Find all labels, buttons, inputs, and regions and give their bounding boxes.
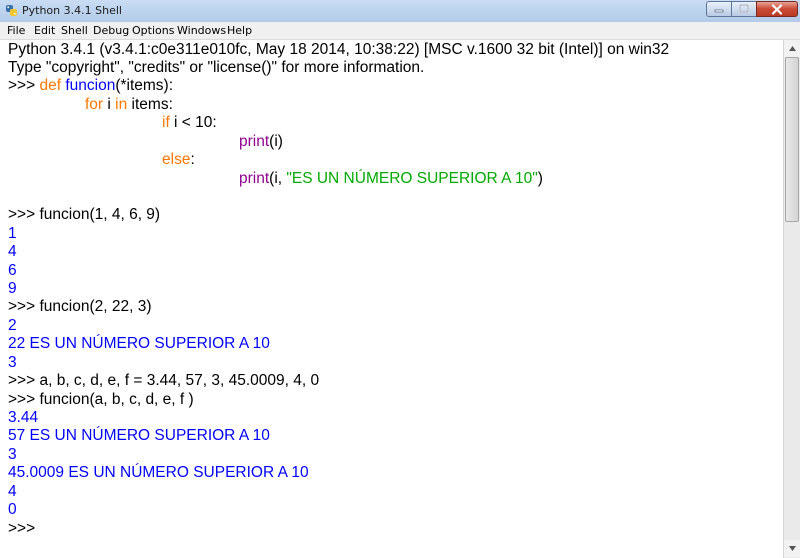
maximize-button[interactable] <box>731 1 757 17</box>
arrow-up-icon <box>788 46 796 51</box>
code-line: print(i) <box>239 133 283 151</box>
output-line: 4 <box>8 483 17 500</box>
output-line: 22 ES UN NÚMERO SUPERIOR A 10 <box>8 335 270 352</box>
code-text: ) <box>537 170 543 187</box>
code-text: funcion(2, 22, 3) <box>39 298 152 315</box>
output-line: 3.44 <box>8 409 39 426</box>
code-text: : <box>190 151 195 168</box>
output-line: 45.0009 ES UN NÚMERO SUPERIOR A 10 <box>8 464 309 481</box>
code-text: i <box>103 96 116 113</box>
menu-edit[interactable]: Edit <box>34 24 55 37</box>
shell-text-area[interactable]: Python 3.4.1 (v3.4.1:c0e311e010fc, May 1… <box>0 40 783 558</box>
arrow-down-icon <box>788 546 796 551</box>
input-prompt-line[interactable]: >>> <box>8 520 39 538</box>
keyword: def <box>39 77 62 94</box>
builtin: print <box>239 170 270 187</box>
output-line: 3 <box>8 354 17 371</box>
prompt: >>> <box>8 206 40 223</box>
prompt: >>> <box>8 372 40 389</box>
string-literal: "ES UN NÚMERO SUPERIOR A 10" <box>286 170 538 187</box>
vertical-scrollbar[interactable] <box>783 40 800 558</box>
minimize-button[interactable] <box>706 1 732 17</box>
output-line: 3 <box>8 446 17 463</box>
banner-line: Type "copyright", "credits" or "license(… <box>8 59 425 76</box>
scroll-down-button[interactable] <box>784 540 800 557</box>
code-text: i < 10: <box>169 114 217 131</box>
maximize-icon <box>739 4 749 13</box>
code-text: (i, <box>269 170 287 187</box>
output-line: 6 <box>8 262 17 279</box>
output-line: 0 <box>8 501 17 518</box>
code-text: (*items): <box>115 77 174 94</box>
function-name: funcion <box>65 77 116 94</box>
code-line: print(i, "ES UN NÚMERO SUPERIOR A 10") <box>239 170 543 188</box>
menu-debug[interactable]: Debug <box>93 24 129 37</box>
code-line: >>> a, b, c, d, e, f = 3.44, 57, 3, 45.0… <box>8 372 319 390</box>
close-icon <box>771 3 783 15</box>
prompt: >>> <box>8 391 40 408</box>
keyword: in <box>115 96 128 113</box>
scroll-up-button[interactable] <box>784 40 800 57</box>
keyword: if <box>162 114 170 131</box>
prompt: >>> <box>8 77 40 94</box>
python-icon <box>6 5 17 16</box>
title-bar[interactable]: Python 3.4.1 Shell <box>0 0 800 22</box>
code-line: if i < 10: <box>162 114 217 132</box>
code-line: >>> def funcion(*items): <box>8 77 173 95</box>
code-line: else: <box>162 151 195 169</box>
output-line: 1 <box>8 225 17 242</box>
banner-line: Python 3.4.1 (v3.4.1:c0e311e010fc, May 1… <box>8 41 670 58</box>
window-title: Python 3.4.1 Shell <box>22 4 122 17</box>
code-text: funcion(1, 4, 6, 9) <box>39 206 161 223</box>
builtin: print <box>239 133 270 150</box>
prompt: >>> <box>8 520 40 537</box>
menu-file[interactable]: File <box>7 24 25 37</box>
code-line: >>> funcion(a, b, c, d, e, f ) <box>8 391 194 409</box>
close-button[interactable] <box>756 1 798 17</box>
menu-help[interactable]: Help <box>227 24 252 37</box>
menu-bar: File Edit Shell Debug Options Windows He… <box>0 22 800 40</box>
keyword: for <box>85 96 104 113</box>
code-text: a, b, c, d, e, f = 3.44, 57, 3, 45.0009,… <box>39 372 320 389</box>
code-text: (i) <box>269 133 283 150</box>
code-line: for i in items: <box>85 96 173 114</box>
output-line: 4 <box>8 243 17 260</box>
output-line: 9 <box>8 280 17 297</box>
code-line: >>> funcion(2, 22, 3) <box>8 298 151 316</box>
output-line: 57 ES UN NÚMERO SUPERIOR A 10 <box>8 427 270 444</box>
code-text: items: <box>127 96 173 113</box>
python-shell-window: Python 3.4.1 Shell File Edit Shell Debug… <box>0 0 800 558</box>
prompt: >>> <box>8 298 40 315</box>
keyword: else <box>162 151 191 168</box>
minimize-icon <box>714 9 724 13</box>
menu-windows[interactable]: Windows <box>177 24 226 37</box>
scroll-thumb[interactable] <box>785 57 799 222</box>
menu-options[interactable]: Options <box>132 24 174 37</box>
output-line: 2 <box>8 317 17 334</box>
menu-shell[interactable]: Shell <box>61 24 88 37</box>
code-text: funcion(a, b, c, d, e, f ) <box>39 391 194 408</box>
code-line: >>> funcion(1, 4, 6, 9) <box>8 206 160 224</box>
